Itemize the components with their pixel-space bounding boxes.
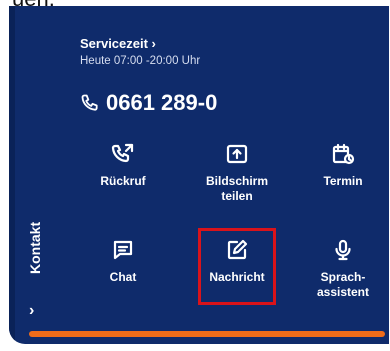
callback-label: Rückruf [100, 174, 146, 188]
chat-icon [113, 240, 133, 260]
microphone-icon [335, 239, 351, 261]
appointment-label: Termin [323, 174, 363, 188]
callback-button[interactable]: Rückruf [75, 142, 171, 189]
callback-icon [111, 143, 134, 163]
contact-panel: Kontakt › Servicezeit › Heute 07:00 -20:… [9, 6, 389, 344]
chevron-right-icon[interactable]: › [29, 302, 34, 320]
service-hours-text: Heute 07:00 -20:00 Uhr [80, 55, 201, 67]
panel-edge [9, 6, 15, 344]
selection-highlight [198, 228, 276, 305]
screen-share-label: Bildschirm teilen [205, 174, 268, 203]
phone-number: 0661 289-0 [106, 90, 218, 115]
screen-share-button[interactable]: Bildschirm teilen [189, 142, 285, 204]
voice-assistant-button[interactable]: Sprach- assistent [295, 238, 389, 300]
phone-number-link[interactable]: 0661 289-0 [80, 90, 217, 116]
voice-assistant-label: Sprach- assistent [316, 270, 370, 299]
chat-button[interactable]: Chat [75, 238, 171, 285]
service-hours-link[interactable]: Servicezeit › [80, 36, 156, 51]
sidebar-label: Kontakt [27, 221, 43, 274]
appointment-button[interactable]: Termin [295, 142, 389, 189]
chat-label: Chat [109, 270, 137, 284]
screen-share-icon [226, 144, 248, 164]
accent-bar [29, 331, 385, 337]
phone-icon [81, 94, 98, 111]
calendar-icon [332, 143, 355, 165]
